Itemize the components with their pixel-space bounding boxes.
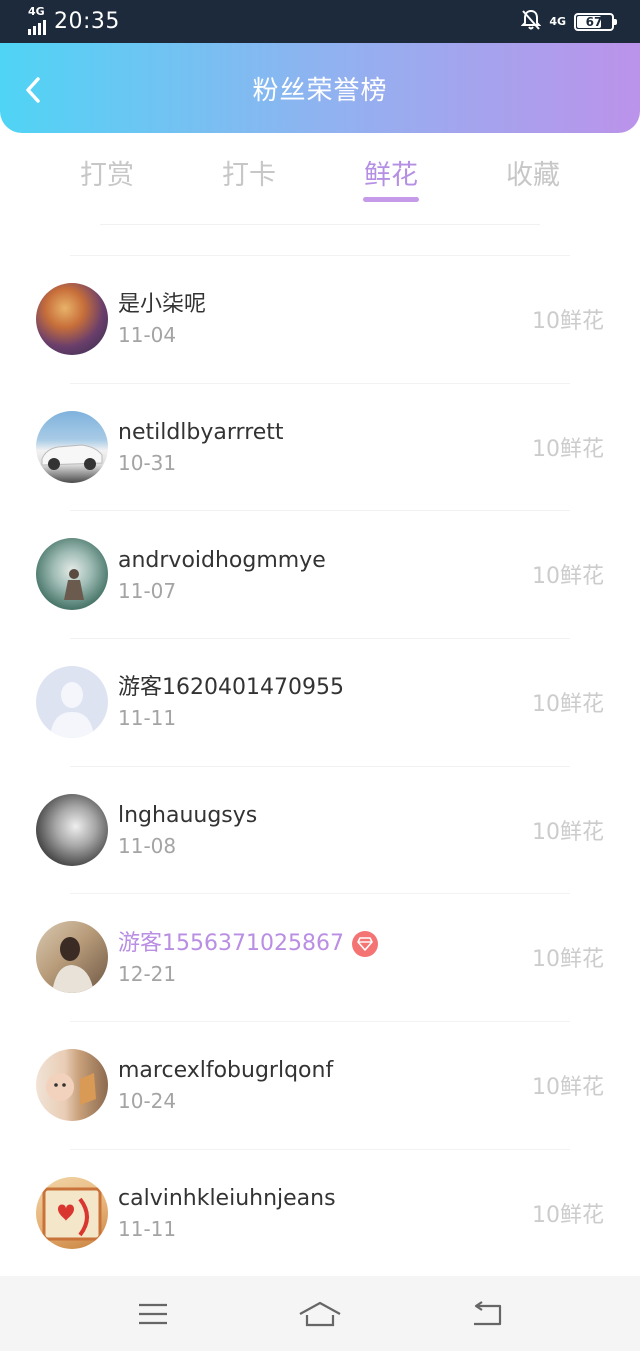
flower-count: 10鲜花	[532, 819, 604, 845]
flower-count: 10鲜花	[532, 564, 604, 590]
tabs-divider	[100, 224, 540, 225]
fan-name: 游客1620401470955	[118, 675, 344, 701]
battery-icon: 67	[574, 12, 617, 31]
flower-count: 10鲜花	[532, 947, 604, 973]
fan-date: 11-08	[118, 834, 177, 859]
fan-date: 11-11	[118, 1217, 177, 1242]
signal-icon: 4G	[28, 5, 46, 35]
flower-count: 10鲜花	[532, 1202, 604, 1228]
avatar	[36, 282, 108, 355]
flower-count: 10鲜花	[532, 691, 604, 717]
fan-name: marcexlfobugrlqonf	[118, 1058, 334, 1084]
fan-list: 是小柒呢 11-04 10鲜花 netildlbyarrrett 10-31 1…	[0, 255, 640, 1277]
avatar	[36, 665, 108, 738]
list-item[interactable]: 游客1620401470955 11-11 10鲜花	[0, 638, 640, 766]
flower-count: 10鲜花	[532, 308, 604, 334]
list-item[interactable]: marcexlfobugrlqonf 10-24 10鲜花	[0, 1021, 640, 1149]
status-time: 20:35	[54, 9, 120, 34]
home-icon	[299, 1301, 341, 1326]
avatar	[36, 538, 108, 611]
avatar	[36, 921, 108, 994]
page-title: 粉丝荣誉榜	[252, 75, 388, 106]
back-icon	[473, 1300, 501, 1325]
chevron-left-icon	[26, 77, 40, 103]
menu-button[interactable]	[123, 1294, 183, 1334]
fan-name: 是小柒呢	[118, 292, 207, 318]
fan-date: 11-07	[118, 578, 177, 603]
fan-date: 12-21	[118, 961, 177, 986]
status-bar: 4G 20:35 4G 67	[0, 0, 640, 43]
avatar	[36, 1048, 108, 1121]
tab-flowers[interactable]: 鲜花	[321, 133, 461, 225]
fan-date: 10-24	[118, 1089, 177, 1114]
flower-count: 10鲜花	[532, 436, 604, 462]
fan-name: calvinhkleiuhnjeans	[118, 1186, 336, 1212]
back-nav-button[interactable]	[457, 1294, 517, 1334]
tab-bar: 打赏 打卡 鲜花 收藏	[0, 133, 640, 225]
tab-favorites[interactable]: 收藏	[463, 133, 603, 225]
network-type-label: 4G	[28, 4, 45, 18]
home-button[interactable]	[290, 1294, 350, 1334]
fan-date: 10-31	[118, 451, 177, 476]
flower-count: 10鲜花	[532, 1074, 604, 1100]
notification-off-icon	[520, 9, 542, 35]
back-button[interactable]	[16, 73, 50, 107]
list-item[interactable]: andrvoidhogmmye 11-07 10鲜花	[0, 510, 640, 638]
list-item[interactable]: calvinhkleiuhnjeans 11-11 10鲜花	[0, 1148, 640, 1277]
system-nav-bar	[0, 1276, 640, 1351]
list-item[interactable]: lnghauugsys 11-08 10鲜花	[0, 765, 640, 894]
list-item[interactable]: netildlbyarrrett 10-31 10鲜花	[0, 382, 640, 511]
menu-icon	[139, 1303, 168, 1324]
fan-name: lnghauugsys	[118, 803, 258, 829]
fan-date: 11-04	[118, 323, 177, 348]
avatar	[36, 1176, 108, 1249]
fan-name: 游客1556371025867	[118, 930, 344, 956]
list-item[interactable]: 是小柒呢 11-04 10鲜花	[0, 255, 640, 383]
page-header: 粉丝荣誉榜	[0, 43, 640, 133]
fan-date: 11-11	[118, 706, 177, 731]
battery-level: 67	[585, 14, 603, 29]
diamond-icon	[351, 930, 378, 957]
tab-tip[interactable]: 打赏	[37, 133, 177, 225]
fan-name-vip: 游客1556371025867	[118, 929, 532, 959]
fan-name: andrvoidhogmmye	[118, 547, 326, 573]
avatar	[36, 410, 108, 483]
fan-name: netildlbyarrrett	[118, 420, 284, 446]
tab-checkin[interactable]: 打卡	[179, 133, 319, 225]
list-item[interactable]: 游客1556371025867 12-21 10鲜花	[0, 893, 640, 1021]
avatar	[36, 793, 108, 866]
network-type-right: 4G	[549, 15, 566, 28]
